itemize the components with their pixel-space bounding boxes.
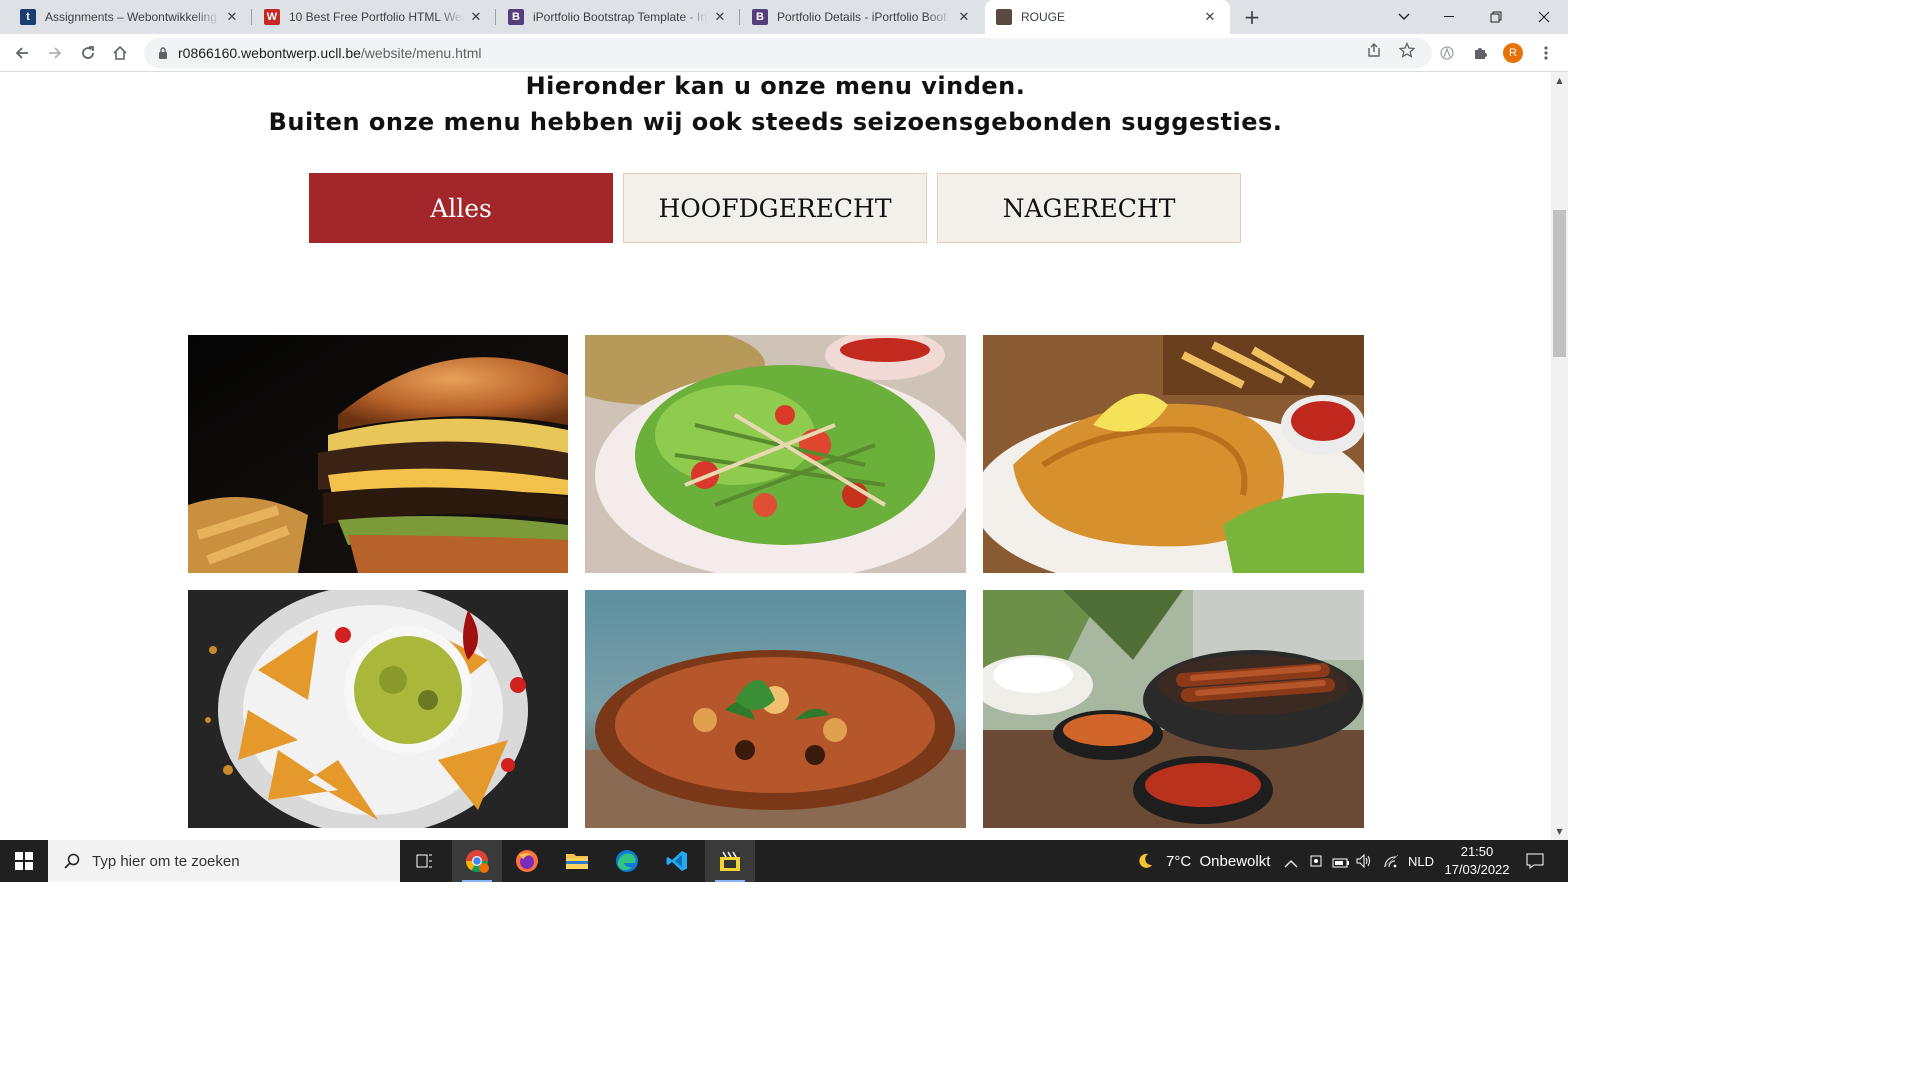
tab-title: Portfolio Details - iPortfolio Boot bbox=[777, 10, 947, 24]
edge-taskbar-icon[interactable] bbox=[602, 840, 652, 882]
filter-dessert-button[interactable]: NAGERECHT bbox=[937, 173, 1241, 243]
browser-toolbar: r0866160.webontwerp.ucll.be/website/menu… bbox=[0, 34, 1568, 72]
reload-button[interactable] bbox=[74, 39, 102, 67]
close-tab-icon[interactable]: ✕ bbox=[1198, 9, 1222, 25]
url-host: r0866160.webontwerp.ucll.be bbox=[178, 45, 361, 61]
tab-title: iPortfolio Bootstrap Template - In bbox=[533, 10, 707, 24]
back-button[interactable] bbox=[8, 39, 36, 67]
filter-all-button[interactable]: Alles bbox=[309, 173, 613, 243]
tab-iportfolio[interactable]: B iPortfolio Bootstrap Template - In ✕ bbox=[488, 0, 740, 34]
wifi-icon[interactable] bbox=[1382, 853, 1400, 873]
taskbar-search-box[interactable]: Typ hier om te zoeken bbox=[48, 840, 400, 882]
show-hidden-icons-chevron-icon[interactable] bbox=[1284, 854, 1298, 873]
meet-now-icon[interactable] bbox=[1309, 853, 1323, 873]
browser-tabstrip: t Assignments – Webontwikkeling ✕ W 10 B… bbox=[0, 0, 1568, 34]
tab-portfolio-details[interactable]: B Portfolio Details - iPortfolio Boot ✕ bbox=[732, 0, 984, 34]
weather-moon-icon[interactable] bbox=[1136, 852, 1154, 870]
menu-item-nachos-image[interactable] bbox=[188, 590, 568, 828]
menu-item-pizza-image[interactable] bbox=[585, 590, 966, 828]
tab-title: Assignments – Webontwikkeling bbox=[45, 10, 217, 24]
favicon-icon: t bbox=[20, 9, 36, 25]
windows-start-icon[interactable] bbox=[0, 840, 48, 882]
address-bar[interactable]: r0866160.webontwerp.ucll.be/website/menu… bbox=[144, 38, 1432, 68]
scroll-up-arrow-icon[interactable]: ▲ bbox=[1551, 72, 1568, 89]
tab-rouge[interactable]: ROUGE ✕ bbox=[985, 0, 1230, 34]
language-indicator[interactable]: NLD bbox=[1408, 854, 1434, 869]
video-editor-taskbar-icon[interactable] bbox=[705, 840, 755, 882]
lock-icon[interactable] bbox=[156, 47, 170, 59]
menu-intro-line-2: Buiten onze menu hebben wij ook steeds s… bbox=[268, 108, 1283, 136]
favicon-icon: B bbox=[752, 9, 768, 25]
clock-time[interactable]: 21:50 bbox=[1446, 844, 1508, 859]
close-tab-icon[interactable]: ✕ bbox=[220, 9, 244, 25]
page-viewport: Hieronder kan u onze menu vinden. Buiten… bbox=[0, 72, 1551, 840]
rouge-favicon-icon bbox=[996, 9, 1012, 25]
notifications-icon[interactable] bbox=[1526, 852, 1544, 874]
search-icon bbox=[64, 853, 80, 869]
menu-item-salad-image[interactable] bbox=[585, 335, 966, 573]
close-window-button[interactable] bbox=[1521, 0, 1567, 34]
tab-title: ROUGE bbox=[1021, 10, 1066, 24]
minimize-button[interactable] bbox=[1427, 0, 1473, 34]
favicon-icon: B bbox=[508, 9, 524, 25]
url-text[interactable]: r0866160.webontwerp.ucll.be/website/menu… bbox=[178, 45, 482, 61]
chrome-taskbar-icon[interactable] bbox=[452, 840, 502, 882]
share-icon[interactable] bbox=[1365, 41, 1383, 59]
favicon-icon: W bbox=[264, 9, 280, 25]
close-tab-icon[interactable]: ✕ bbox=[952, 9, 976, 25]
close-tab-icon[interactable]: ✕ bbox=[464, 9, 488, 25]
tab-search-button[interactable] bbox=[1381, 0, 1427, 34]
battery-icon[interactable] bbox=[1332, 854, 1350, 873]
vscode-taskbar-icon[interactable] bbox=[652, 840, 702, 882]
forward-button[interactable] bbox=[41, 39, 69, 67]
tab-assignments[interactable]: t Assignments – Webontwikkeling ✕ bbox=[0, 0, 252, 34]
close-tab-icon[interactable]: ✕ bbox=[708, 9, 732, 25]
menu-item-schnitzel-image[interactable] bbox=[983, 335, 1364, 573]
windows-taskbar: Typ hier om te zoeken 7°C Onbewolkt NLD … bbox=[0, 840, 1568, 882]
profile-avatar[interactable]: R bbox=[1503, 43, 1523, 63]
menu-item-burger-image[interactable] bbox=[188, 335, 568, 573]
active-app-indicator bbox=[715, 880, 745, 882]
menu-item-grill-image[interactable] bbox=[983, 590, 1364, 828]
tab-portfolio-templates[interactable]: W 10 Best Free Portfolio HTML Web ✕ bbox=[244, 0, 496, 34]
extension-a-icon[interactable] bbox=[1433, 39, 1461, 67]
browser-menu-icon[interactable] bbox=[1532, 39, 1560, 67]
scroll-down-arrow-icon[interactable]: ▼ bbox=[1551, 823, 1568, 840]
volume-icon[interactable] bbox=[1355, 853, 1373, 873]
weather-text[interactable]: 7°C Onbewolkt bbox=[1166, 853, 1270, 870]
filter-main-course-button[interactable]: HOOFDGERECHT bbox=[623, 173, 927, 243]
url-path: /website/menu.html bbox=[360, 45, 482, 61]
active-app-indicator bbox=[462, 880, 492, 882]
menu-intro-line-1: Hieronder kan u onze menu vinden. bbox=[525, 72, 1026, 100]
scroll-thumb[interactable] bbox=[1553, 210, 1566, 357]
firefox-taskbar-icon[interactable] bbox=[502, 840, 552, 882]
task-view-icon[interactable] bbox=[400, 840, 450, 882]
search-placeholder: Typ hier om te zoeken bbox=[92, 852, 240, 870]
home-button[interactable] bbox=[106, 39, 134, 67]
extensions-puzzle-icon[interactable] bbox=[1466, 39, 1494, 67]
file-explorer-taskbar-icon[interactable] bbox=[552, 840, 602, 882]
restore-button[interactable] bbox=[1473, 0, 1519, 34]
clock-date[interactable]: 17/03/2022 bbox=[1443, 862, 1511, 877]
tab-title: 10 Best Free Portfolio HTML Web bbox=[289, 10, 464, 24]
bookmark-star-icon[interactable] bbox=[1398, 41, 1416, 59]
new-tab-button[interactable]: + bbox=[1240, 5, 1264, 29]
page-scrollbar[interactable]: ▲ ▼ bbox=[1551, 72, 1568, 840]
